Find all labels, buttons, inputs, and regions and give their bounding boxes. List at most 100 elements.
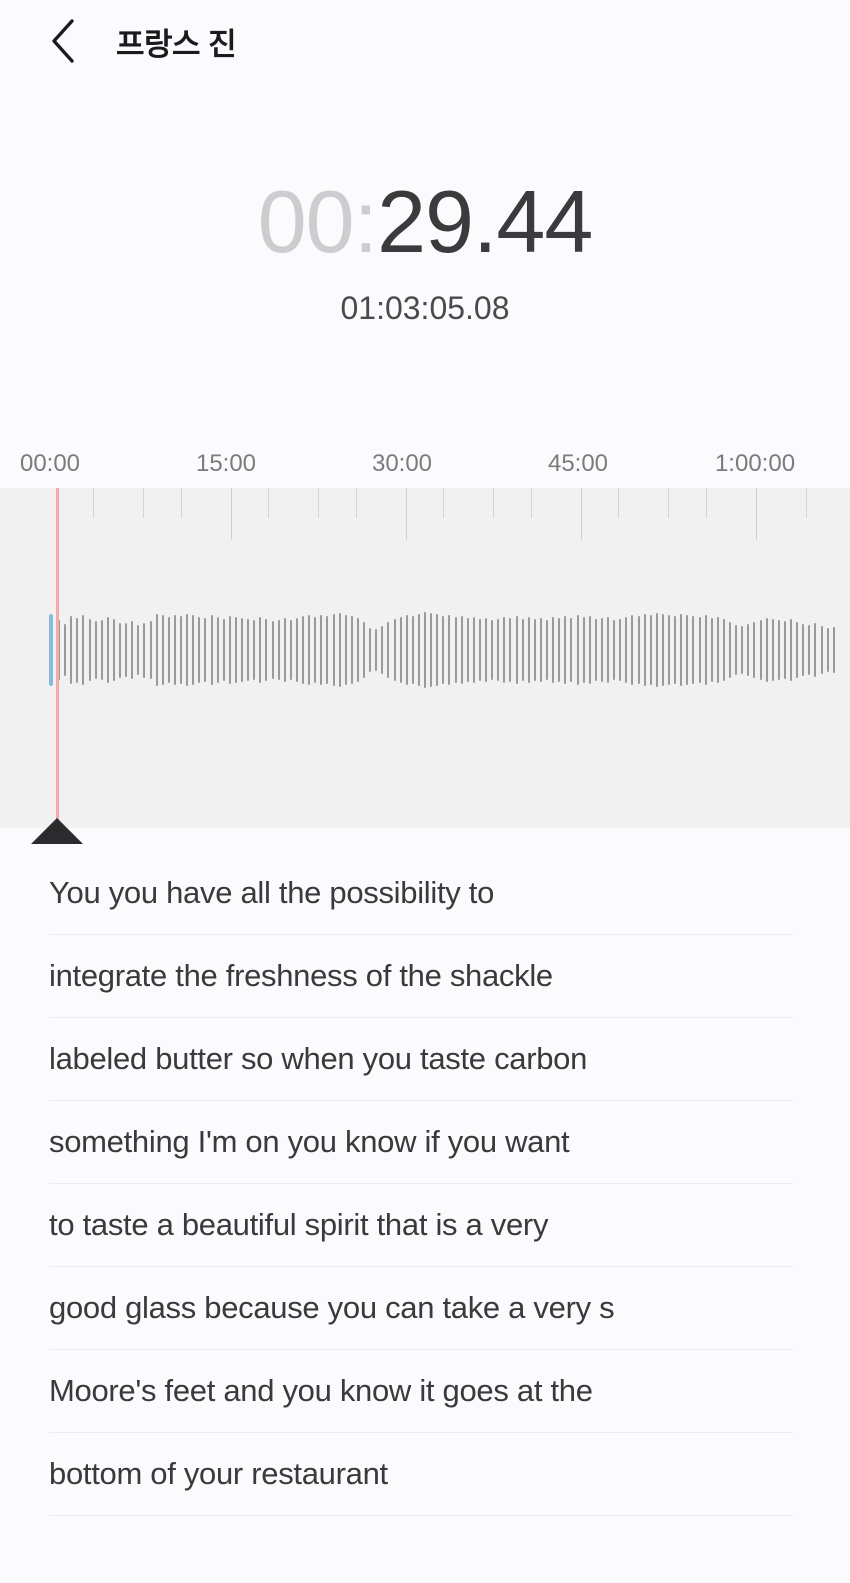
waveform-bar [759, 620, 762, 680]
waveform-bar [277, 620, 280, 680]
waveform-bar [271, 621, 274, 679]
waveform-bar [247, 619, 250, 681]
waveform-bar [338, 613, 341, 687]
waveform-bar [625, 617, 628, 683]
transcript-line[interactable]: Moore's feet and you know it goes at the [49, 1350, 793, 1433]
transcript-line[interactable]: good glass because you can take a very s [49, 1267, 793, 1350]
transcript-list: You you have all the possibility to integ… [0, 852, 850, 1516]
waveform-bar [387, 622, 390, 678]
timeline-ruler-labels: 00:00 15:00 30:00 45:00 1:00:00 [0, 450, 850, 488]
waveform-bar [698, 617, 701, 683]
waveform-bar [381, 626, 384, 674]
ruler-label-1: 15:00 [195, 450, 257, 477]
waveform-bar [729, 622, 731, 678]
waveform-bar [832, 627, 835, 673]
waveform-bar [521, 619, 524, 681]
ruler-label-2: 30:00 [371, 450, 433, 477]
waveform-bar [539, 618, 542, 682]
page-title: 프랑스 진 [116, 26, 237, 62]
waveform-bar [607, 617, 609, 683]
waveform-bar [790, 619, 792, 681]
waveform-bar [186, 614, 189, 686]
waveform-bar [399, 617, 402, 683]
waveform-bar [613, 620, 616, 680]
waveform-bar [655, 613, 658, 687]
waveform-bar [686, 615, 689, 685]
waveform-bar [265, 619, 268, 681]
ruler-label-4: 1:00:00 [714, 450, 796, 477]
playhead-line [56, 488, 59, 828]
waveform-bar [753, 622, 756, 678]
current-time-value: 29.44 [377, 172, 593, 271]
waveform-bar [405, 615, 408, 685]
waveform-bar [771, 619, 774, 681]
waveform-bar [149, 621, 152, 679]
waveform-bar [814, 623, 817, 677]
waveform-bar [369, 628, 372, 672]
waveform-bar [649, 615, 652, 685]
waveform-bar [808, 625, 811, 675]
waveform-bar [94, 621, 97, 679]
waveform-bar [82, 615, 85, 685]
waveform-bar [546, 620, 548, 680]
waveform-bar [76, 617, 79, 683]
transcript-line[interactable]: labeled butter so when you taste carbon [49, 1018, 793, 1101]
transcript-line[interactable]: integrate the freshness of the shackle [49, 935, 793, 1018]
waveform-bar [448, 615, 451, 685]
waveform-bar [674, 616, 677, 684]
waveform-bar [796, 622, 799, 678]
waveform-bar [643, 614, 646, 686]
waveform-bar [253, 620, 256, 680]
waveform-bar [442, 616, 445, 684]
waveform-bar [222, 619, 225, 681]
waveform-bar [411, 616, 414, 684]
waveform-bar [180, 616, 182, 684]
waveform-bar [289, 620, 292, 680]
waveform-bar [552, 617, 555, 683]
waveform-bar [161, 615, 164, 685]
waveform-bar [747, 624, 750, 676]
waveform-bar [216, 617, 219, 683]
waveform-bar [295, 618, 298, 682]
ruler-label-0: 00:00 [19, 450, 81, 477]
waveform-bar [332, 614, 335, 686]
waveform-bar [167, 617, 170, 683]
waveform-bar [564, 616, 567, 684]
waveform-bar [393, 619, 396, 681]
waveform-panel[interactable] [0, 488, 850, 828]
transcript-line-text: integrate the freshness of the shackle [49, 958, 553, 994]
playhead-handle[interactable] [31, 818, 83, 844]
waveform-bar [100, 620, 103, 680]
waveform-bar [320, 615, 323, 685]
transcript-line-text: Moore's feet and you know it goes at the [49, 1373, 593, 1409]
waveform-bar [436, 614, 439, 686]
waveform-bar [680, 614, 683, 686]
waveform-bar [802, 624, 805, 676]
transcript-line[interactable]: You you have all the possibility to [49, 852, 793, 935]
waveform-bar [344, 615, 347, 685]
waveform-bar [710, 618, 713, 682]
waveform-bar [125, 623, 128, 677]
waveform-bar [259, 617, 262, 683]
transcript-line-text: to taste a beautiful spirit that is a ve… [49, 1207, 549, 1243]
waveform-bar [588, 616, 591, 684]
transcript-line[interactable]: to taste a beautiful spirit that is a ve… [49, 1184, 793, 1267]
current-time-hours: 00: [257, 172, 378, 271]
waveform-bar [619, 619, 622, 681]
current-time: 00:29.44 [0, 178, 850, 266]
back-button[interactable] [48, 17, 88, 65]
waveform-bar [155, 614, 158, 686]
waveform-bar [308, 615, 311, 685]
waveform-bar [204, 618, 207, 682]
waveform-bar [460, 616, 463, 684]
waveform-bar [765, 618, 768, 682]
transcript-line[interactable]: bottom of your restaurant [49, 1433, 793, 1516]
waveform-bar [70, 616, 73, 684]
waveform-bar [112, 619, 115, 681]
app-header: 프랑스 진 [0, 0, 850, 82]
waveform-bar [466, 618, 469, 682]
waveform-bar [143, 622, 146, 678]
waveform-bar [106, 617, 109, 683]
waveform-bar [454, 617, 457, 683]
transcript-line[interactable]: something I'm on you know if you want [49, 1101, 793, 1184]
